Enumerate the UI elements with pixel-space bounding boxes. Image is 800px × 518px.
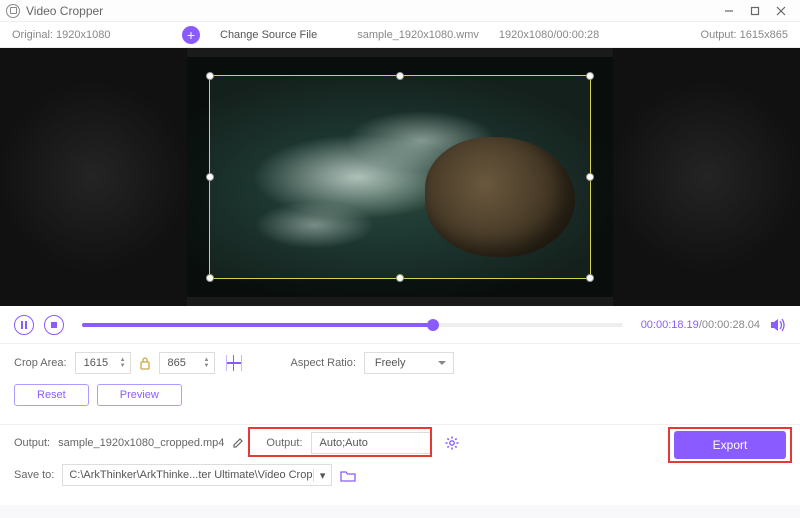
aspect-ratio-select[interactable]: Freely [364,352,454,374]
playback-bar: 00:00:18.19/00:00:28.04 [0,306,800,344]
app-title: Video Cropper [26,4,716,18]
video-preview [0,48,800,306]
source-meta: 1920x1080/00:00:28 [499,29,599,41]
video-frame[interactable] [187,57,613,297]
preview-button[interactable]: Preview [97,384,182,406]
reset-button[interactable]: Reset [14,384,89,406]
crop-handle-bl[interactable] [206,274,214,282]
preview-letterbox-right [613,48,800,306]
close-button[interactable] [768,1,794,21]
saveto-label: Save to: [14,469,54,481]
title-bar: Video Cropper [0,0,800,22]
crop-height-input[interactable]: 865 ▲▼ [159,352,215,374]
stop-button[interactable] [44,315,64,335]
output-filename: sample_1920x1080_cropped.mp4 [58,437,224,449]
info-bar: Original: 1920x1080 + Change Source File… [0,22,800,48]
export-button[interactable]: Export [674,431,786,459]
change-source-label[interactable]: Change Source File [220,29,317,41]
pause-button[interactable] [14,315,34,335]
source-filename: sample_1920x1080.wmv [357,29,479,41]
original-resolution: Original: 1920x1080 [12,29,162,41]
lock-aspect-icon[interactable] [139,356,151,370]
preview-letterbox-left [0,48,187,306]
add-source-button[interactable]: + [182,26,200,44]
seek-slider[interactable] [82,323,623,327]
crop-width-input[interactable]: 1615 ▲▼ [75,352,131,374]
crop-handle-ml[interactable] [206,173,214,181]
crop-area-label: Crop Area: [14,357,67,369]
output-format-label: Output: [266,437,302,449]
crop-handle-bc[interactable] [396,274,404,282]
output-resolution: Output: 1615x865 [701,29,788,41]
open-folder-icon[interactable] [340,469,356,482]
crop-handle-tr[interactable] [586,72,594,80]
output-label: Output: [14,437,50,449]
seek-thumb[interactable] [427,319,439,331]
volume-icon[interactable] [770,318,786,332]
output-panel: Export Output: sample_1920x1080_cropped.… [0,424,800,505]
output-settings-icon[interactable] [445,436,459,450]
saveto-dropdown-icon[interactable]: ▾ [313,469,326,482]
center-crop-button[interactable] [223,353,245,373]
minimize-button[interactable] [716,1,742,21]
crop-handle-tl[interactable] [206,72,214,80]
crop-selection[interactable] [209,75,591,279]
output-format-value[interactable]: Auto;Auto [311,432,431,454]
crop-controls: Crop Area: 1615 ▲▼ 865 ▲▼ Aspect Ratio: … [0,344,800,424]
saveto-path[interactable]: C:\ArkThinker\ArkThinke...ter Ultimate\V… [62,464,332,486]
crop-handle-tc[interactable] [396,72,404,80]
time-current: 00:00:18.19 [641,319,699,331]
crop-handle-mr[interactable] [586,173,594,181]
aspect-ratio-label: Aspect Ratio: [291,357,356,369]
maximize-button[interactable] [742,1,768,21]
app-logo-icon [6,4,20,18]
timecode: 00:00:18.19/00:00:28.04 [641,319,760,331]
crop-handle-br[interactable] [586,274,594,282]
edit-filename-icon[interactable] [232,437,244,449]
